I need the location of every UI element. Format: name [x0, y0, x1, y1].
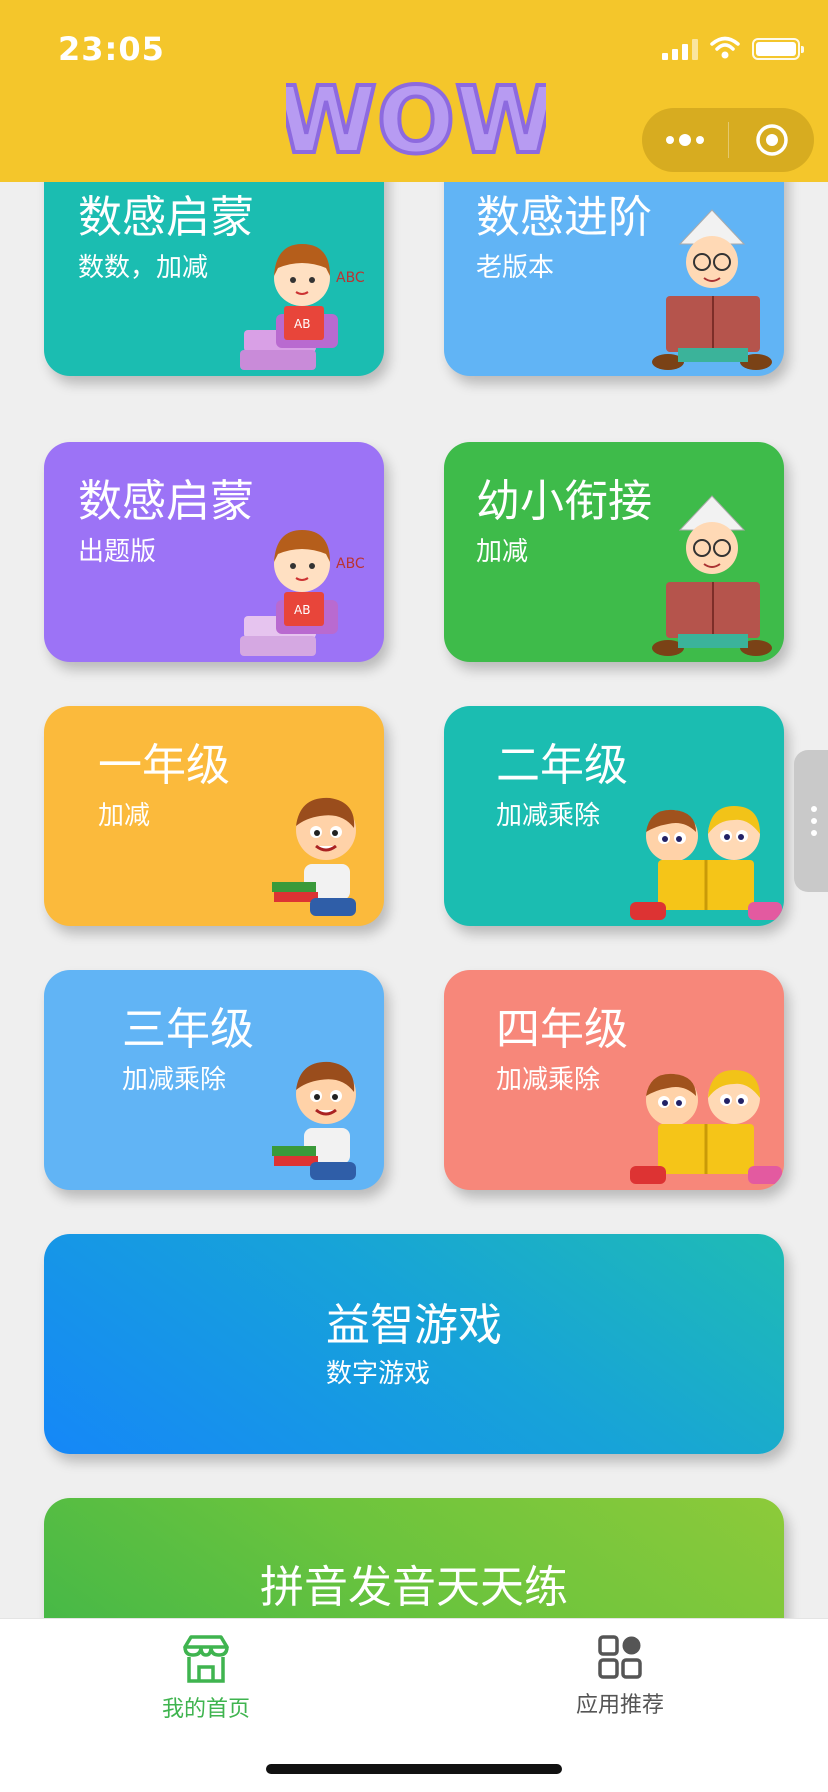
card-grade-3[interactable]: 三年级 加减乘除 — [44, 970, 384, 1190]
boy-reading-illustration — [652, 495, 772, 656]
wow-logo: WOW — [286, 68, 546, 176]
card-title: 拼音发音天天练 — [260, 1562, 568, 1613]
card-grade-4[interactable]: 四年级 加减乘除 — [444, 970, 784, 1190]
card-list[interactable]: 数感启蒙 数数，加减 AB ABC 数感进阶 老版本 数感启蒙 出题版 AB A… — [0, 0, 828, 1618]
status-time: 23:05 — [58, 30, 165, 68]
apps-grid-icon — [598, 1635, 642, 1679]
card-puzzle-games[interactable]: 益智游戏 数字游戏 — [44, 1234, 784, 1454]
card-pinyin-practice[interactable]: 拼音发音天天练 — [44, 1498, 784, 1618]
tab-apps-label: 应用推荐 — [575, 1693, 664, 1718]
boy-reading-illustration — [652, 209, 772, 370]
card-title: 四年级 — [496, 1004, 628, 1055]
svg-text:ABC: ABC — [336, 270, 365, 286]
card-title: 数感启蒙 — [78, 476, 254, 527]
status-icons — [662, 36, 804, 60]
close-miniprogram-button[interactable] — [729, 123, 814, 157]
girl-reading-illustration: AB ABC — [240, 244, 365, 370]
battery-icon — [752, 38, 804, 60]
target-icon — [755, 124, 788, 156]
card-number-sense-quiz[interactable]: 数感启蒙 出题版 AB ABC — [44, 442, 384, 662]
svg-text:ABC: ABC — [336, 556, 365, 572]
card-title: 幼小衔接 — [476, 476, 652, 527]
miniprogram-capsule — [642, 108, 814, 172]
tab-home[interactable]: 我的首页 — [106, 1633, 306, 1723]
boy-with-books-illustration — [272, 1061, 356, 1180]
card-subtitle: 加减乘除 — [496, 801, 601, 831]
card-title: 益智游戏 — [326, 1300, 502, 1351]
kids-reading-illustration — [630, 1070, 782, 1184]
wifi-icon — [710, 36, 740, 59]
signal-icon — [662, 38, 698, 60]
card-grade-2[interactable]: 二年级 加减乘除 — [444, 706, 784, 926]
card-title: 二年级 — [496, 740, 628, 791]
card-subtitle: 加减 — [98, 801, 151, 831]
girl-reading-illustration: AB ABC — [240, 530, 365, 656]
card-subtitle: 出题版 — [78, 537, 157, 567]
more-menu-button[interactable] — [642, 134, 728, 146]
card-kindergarten-transition[interactable]: 幼小衔接 加减 — [444, 442, 784, 662]
home-indicator — [266, 1764, 562, 1774]
kids-reading-illustration — [630, 806, 782, 920]
side-menu-handle[interactable] — [794, 750, 828, 892]
card-grade-1[interactable]: 一年级 加减 — [44, 706, 384, 926]
boy-with-books-illustration — [272, 797, 356, 916]
svg-text:AB: AB — [294, 317, 310, 331]
card-title: 数感启蒙 — [78, 192, 254, 243]
card-subtitle: 加减 — [476, 537, 529, 567]
card-title: 数感进阶 — [476, 192, 652, 243]
card-subtitle: 老版本 — [476, 253, 555, 283]
tab-apps[interactable]: 应用推荐 — [520, 1633, 720, 1719]
card-subtitle: 加减乘除 — [122, 1065, 227, 1095]
tab-home-label: 我的首页 — [161, 1697, 250, 1722]
card-title: 三年级 — [122, 1004, 254, 1055]
screen: 数感启蒙 数数，加减 AB ABC 数感进阶 老版本 数感启蒙 出题版 AB A… — [0, 0, 828, 1792]
svg-text:AB: AB — [294, 603, 310, 617]
card-title: 一年级 — [98, 740, 230, 791]
card-subtitle: 加减乘除 — [496, 1065, 601, 1095]
header: 23:05 WOW — [0, 0, 828, 182]
card-subtitle: 数字游戏 — [326, 1359, 431, 1389]
card-subtitle: 数数，加减 — [78, 253, 209, 283]
svg-text:WOW: WOW — [286, 68, 546, 174]
store-icon — [183, 1635, 229, 1683]
